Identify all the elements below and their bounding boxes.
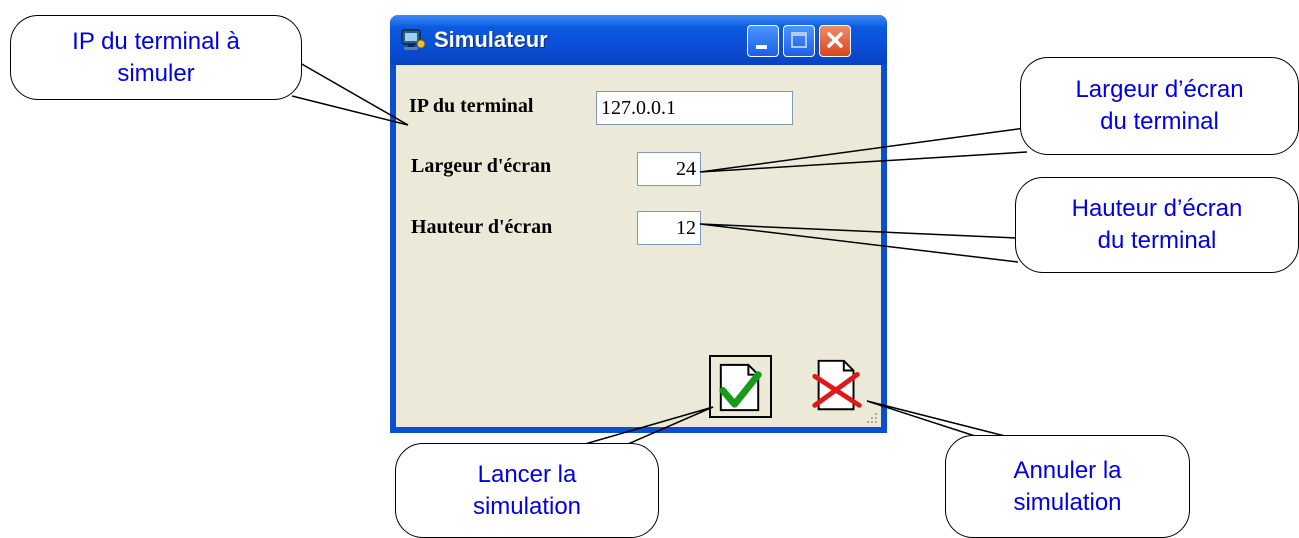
ip-input[interactable]: 127.0.0.1 [596, 91, 793, 125]
callout-screen-height: Hauteur d’écran du terminal [1015, 177, 1299, 273]
close-button[interactable] [819, 25, 851, 57]
document-cross-icon [812, 359, 862, 411]
resize-grip-icon[interactable] [865, 411, 879, 425]
launch-simulation-button[interactable] [709, 355, 772, 418]
maximize-button[interactable] [783, 25, 815, 57]
window-titlebar[interactable]: Simulateur [390, 15, 887, 65]
screen-width-input[interactable]: 24 [637, 152, 701, 186]
callout-launch: Lancer la simulation [395, 443, 659, 538]
document-checkmark-icon [719, 363, 762, 412]
maximize-icon [791, 32, 807, 48]
simulator-app-icon [401, 29, 426, 50]
ip-label: IP du terminal [409, 95, 534, 117]
screen-height-label: Hauteur d'écran [411, 216, 553, 238]
callout-screen-width: Largeur d’écran du terminal [1020, 57, 1299, 155]
window-title: Simulateur [434, 27, 548, 52]
close-icon [827, 32, 843, 48]
window-body: IP du terminal 127.0.0.1 Largeur d'écran… [396, 65, 881, 427]
simulator-window: Simulateur IP du terminal 127.0.0.1 Larg… [390, 15, 887, 433]
callout-ip: IP du terminal à simuler [10, 15, 302, 100]
callout-cancel: Annuler la simulation [945, 435, 1190, 538]
cancel-simulation-button[interactable] [807, 355, 869, 417]
screen-width-label: Largeur d'écran [411, 155, 552, 177]
minimize-button[interactable] [747, 25, 779, 57]
leader-cancel [866, 400, 1006, 437]
minimize-icon [756, 45, 767, 49]
screen-height-input[interactable]: 12 [637, 211, 701, 245]
